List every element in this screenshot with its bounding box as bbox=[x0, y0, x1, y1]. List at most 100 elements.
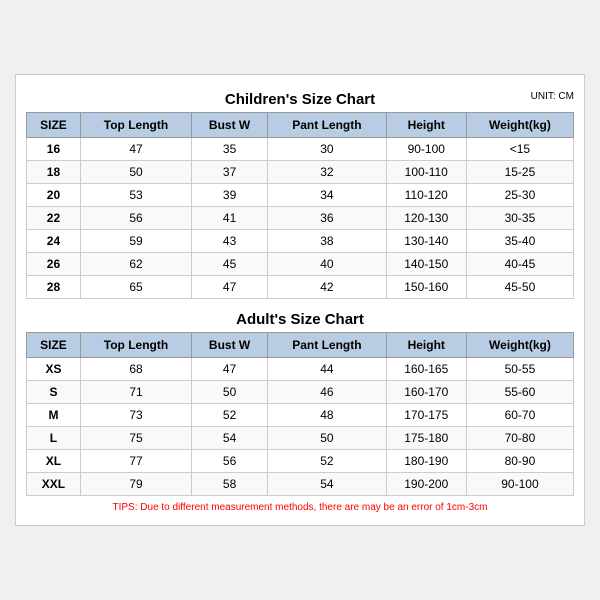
table-cell: 32 bbox=[268, 161, 386, 184]
table-cell: 80-90 bbox=[466, 450, 573, 473]
table-cell: 18 bbox=[27, 161, 81, 184]
table-cell: 45 bbox=[192, 253, 268, 276]
adults-title: Adult's Size Chart bbox=[26, 305, 574, 332]
table-row: 24594338130-14035-40 bbox=[27, 230, 574, 253]
children-unit: UNIT: CM bbox=[531, 91, 574, 102]
table-cell: 28 bbox=[27, 276, 81, 299]
table-cell: 38 bbox=[268, 230, 386, 253]
table-cell: 40 bbox=[268, 253, 386, 276]
table-cell: 190-200 bbox=[386, 473, 466, 496]
table-cell: 50-55 bbox=[466, 358, 573, 381]
table-cell: 42 bbox=[268, 276, 386, 299]
table-row: S715046160-17055-60 bbox=[27, 381, 574, 404]
table-row: L755450175-18070-80 bbox=[27, 427, 574, 450]
table-cell: 22 bbox=[27, 207, 81, 230]
table-cell: 16 bbox=[27, 138, 81, 161]
table-cell: 52 bbox=[268, 450, 386, 473]
table-cell: 45-50 bbox=[466, 276, 573, 299]
children-col-size: SIZE bbox=[27, 113, 81, 138]
table-cell: 15-25 bbox=[466, 161, 573, 184]
table-cell: 59 bbox=[80, 230, 191, 253]
table-cell: 56 bbox=[80, 207, 191, 230]
table-cell: 30 bbox=[268, 138, 386, 161]
chart-container: Children's Size Chart UNIT: CM SIZE Top … bbox=[15, 74, 585, 526]
table-cell: 24 bbox=[27, 230, 81, 253]
table-cell: 56 bbox=[192, 450, 268, 473]
table-row: XL775652180-19080-90 bbox=[27, 450, 574, 473]
children-col-top-length: Top Length bbox=[80, 113, 191, 138]
table-cell: 180-190 bbox=[386, 450, 466, 473]
table-cell: XL bbox=[27, 450, 81, 473]
table-cell: 25-30 bbox=[466, 184, 573, 207]
table-cell: 39 bbox=[192, 184, 268, 207]
table-cell: M bbox=[27, 404, 81, 427]
table-cell: 73 bbox=[80, 404, 191, 427]
table-cell: <15 bbox=[466, 138, 573, 161]
table-cell: 120-130 bbox=[386, 207, 466, 230]
table-row: 1647353090-100<15 bbox=[27, 138, 574, 161]
table-cell: 26 bbox=[27, 253, 81, 276]
table-cell: 130-140 bbox=[386, 230, 466, 253]
table-cell: 30-35 bbox=[466, 207, 573, 230]
table-cell: 140-150 bbox=[386, 253, 466, 276]
table-cell: 54 bbox=[192, 427, 268, 450]
adults-col-weight: Weight(kg) bbox=[466, 333, 573, 358]
table-cell: 34 bbox=[268, 184, 386, 207]
table-cell: 43 bbox=[192, 230, 268, 253]
table-cell: 50 bbox=[80, 161, 191, 184]
table-cell: 52 bbox=[192, 404, 268, 427]
adults-title-text: Adult's Size Chart bbox=[236, 311, 364, 328]
tips-text: TIPS: Due to different measurement metho… bbox=[26, 496, 574, 515]
table-cell: 54 bbox=[268, 473, 386, 496]
table-cell: 47 bbox=[80, 138, 191, 161]
table-row: 20533934110-12025-30 bbox=[27, 184, 574, 207]
table-cell: 20 bbox=[27, 184, 81, 207]
table-cell: 41 bbox=[192, 207, 268, 230]
children-col-height: Height bbox=[386, 113, 466, 138]
table-cell: 40-45 bbox=[466, 253, 573, 276]
table-cell: S bbox=[27, 381, 81, 404]
children-title-text: Children's Size Chart bbox=[225, 91, 375, 108]
table-cell: 65 bbox=[80, 276, 191, 299]
table-cell: 160-165 bbox=[386, 358, 466, 381]
table-cell: 47 bbox=[192, 276, 268, 299]
table-row: 18503732100-11015-25 bbox=[27, 161, 574, 184]
table-cell: L bbox=[27, 427, 81, 450]
table-cell: 50 bbox=[192, 381, 268, 404]
children-col-pant-length: Pant Length bbox=[268, 113, 386, 138]
table-cell: 160-170 bbox=[386, 381, 466, 404]
adults-table: SIZE Top Length Bust W Pant Length Heigh… bbox=[26, 332, 574, 496]
table-cell: 75 bbox=[80, 427, 191, 450]
children-header-row: SIZE Top Length Bust W Pant Length Heigh… bbox=[27, 113, 574, 138]
table-row: XXL795854190-20090-100 bbox=[27, 473, 574, 496]
table-cell: XXL bbox=[27, 473, 81, 496]
table-cell: XS bbox=[27, 358, 81, 381]
table-cell: 79 bbox=[80, 473, 191, 496]
table-cell: 70-80 bbox=[466, 427, 573, 450]
table-row: 22564136120-13030-35 bbox=[27, 207, 574, 230]
table-cell: 46 bbox=[268, 381, 386, 404]
adults-col-bust-w: Bust W bbox=[192, 333, 268, 358]
table-cell: 175-180 bbox=[386, 427, 466, 450]
table-cell: 100-110 bbox=[386, 161, 466, 184]
table-cell: 35-40 bbox=[466, 230, 573, 253]
table-row: 26624540140-15040-45 bbox=[27, 253, 574, 276]
table-cell: 170-175 bbox=[386, 404, 466, 427]
table-cell: 90-100 bbox=[386, 138, 466, 161]
table-cell: 68 bbox=[80, 358, 191, 381]
table-cell: 62 bbox=[80, 253, 191, 276]
table-cell: 36 bbox=[268, 207, 386, 230]
table-cell: 55-60 bbox=[466, 381, 573, 404]
children-title: Children's Size Chart UNIT: CM bbox=[26, 85, 574, 112]
adults-col-pant-length: Pant Length bbox=[268, 333, 386, 358]
children-table: SIZE Top Length Bust W Pant Length Heigh… bbox=[26, 112, 574, 299]
table-cell: 58 bbox=[192, 473, 268, 496]
table-cell: 71 bbox=[80, 381, 191, 404]
table-cell: 53 bbox=[80, 184, 191, 207]
table-cell: 35 bbox=[192, 138, 268, 161]
table-row: 28654742150-16045-50 bbox=[27, 276, 574, 299]
table-cell: 48 bbox=[268, 404, 386, 427]
table-cell: 77 bbox=[80, 450, 191, 473]
children-col-weight: Weight(kg) bbox=[466, 113, 573, 138]
table-cell: 47 bbox=[192, 358, 268, 381]
